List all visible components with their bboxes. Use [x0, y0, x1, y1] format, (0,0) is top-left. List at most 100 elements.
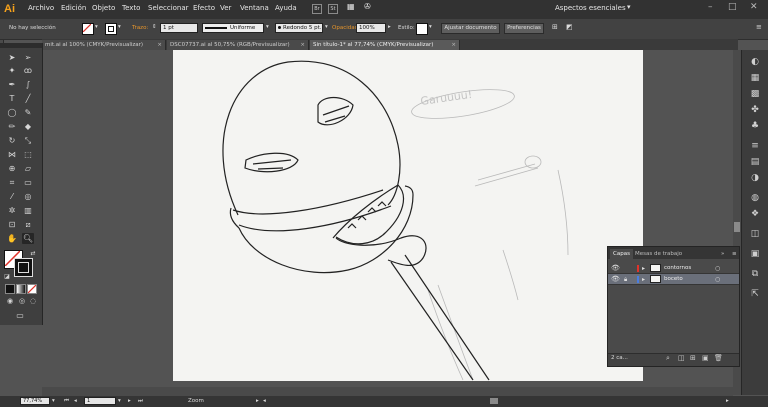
draw-inside-icon[interactable]: ◌ — [27, 296, 39, 307]
stroke-color-icon[interactable] — [14, 258, 33, 277]
menu-ventana[interactable]: Ventana — [240, 4, 269, 12]
symbol-sprayer-tool-icon[interactable]: ✲ — [6, 205, 18, 216]
width-tool-icon[interactable]: ⋈ — [6, 149, 18, 160]
minimize-icon[interactable]: – — [708, 2, 713, 12]
chevron-right-icon[interactable]: ▸ — [388, 24, 391, 30]
align-icon[interactable]: ⊞ — [552, 23, 558, 31]
bridge-icon[interactable]: Br — [312, 4, 322, 14]
scroll-left-icon[interactable]: ◂ — [263, 397, 266, 406]
layer-target-icon[interactable]: ○ — [715, 274, 720, 285]
type-tool-icon[interactable]: T — [6, 93, 18, 104]
chevron-down-icon[interactable]: ▾ — [325, 24, 328, 30]
tab-capas[interactable]: Capas — [610, 249, 633, 259]
screen-mode-icon[interactable]: ▭ — [14, 310, 26, 321]
eraser-tool-icon[interactable]: ◆ — [22, 121, 34, 132]
next-artboard-icon[interactable]: ▸ — [128, 397, 131, 406]
color-panel-icon[interactable]: ◐ — [748, 56, 762, 68]
layers-stack-icon[interactable]: ⧉ — [748, 268, 762, 280]
layers-panel-icon[interactable]: ◫ — [748, 228, 762, 240]
curvature-tool-icon[interactable]: ∫ — [22, 79, 34, 90]
panel-menu-icon[interactable]: ≡ — [729, 249, 740, 259]
zoom-tool-icon[interactable]: 🔍︎ — [22, 233, 34, 244]
stroke-weight-field[interactable]: 1 pt — [160, 23, 198, 33]
last-artboard-icon[interactable]: ⏭ — [138, 397, 143, 406]
scale-tool-icon[interactable]: ⤡ — [22, 135, 34, 146]
ellipse-tool-icon[interactable]: ◯ — [6, 107, 18, 118]
chevron-down-icon[interactable]: ▾ — [118, 397, 121, 406]
layer-name[interactable]: contornos — [664, 263, 691, 274]
selection-tool-icon[interactable]: ➤ — [6, 52, 18, 63]
pencil-tool-icon[interactable]: ✏ — [6, 121, 18, 132]
graphic-style-swatch[interactable] — [416, 23, 428, 35]
artboards-panel-icon[interactable]: ▣ — [748, 248, 762, 260]
free-transform-tool-icon[interactable]: ⬚ — [22, 149, 34, 160]
chevron-down-icon[interactable]: ▾ — [627, 3, 631, 11]
arrange-documents-icon[interactable]: ▦ — [347, 2, 355, 11]
gradient-panel-icon[interactable]: ▤ — [748, 156, 762, 168]
brushes-panel-icon[interactable]: ✤ — [748, 104, 762, 116]
delete-layer-icon[interactable]: 🗑︎ — [714, 354, 723, 362]
none-mode-icon[interactable] — [27, 284, 37, 294]
color-guide-icon[interactable]: ▦ — [748, 72, 762, 84]
visibility-eye-icon[interactable]: 👁︎ — [611, 274, 620, 285]
vertical-scroll-thumb[interactable] — [734, 222, 740, 232]
panel-menu-icon[interactable]: ≡ — [756, 23, 762, 31]
lasso-tool-icon[interactable]: ꝏ — [22, 65, 34, 76]
perspective-grid-tool-icon[interactable]: ▱ — [22, 163, 34, 174]
tab-document-1[interactable]: mit.ai al 100% (CMYK/Previsualizar) × — [42, 40, 166, 50]
direct-selection-tool-icon[interactable]: ➢ — [22, 52, 34, 63]
document-setup-button[interactable]: Ajustar documento — [441, 23, 500, 34]
draw-normal-icon[interactable]: ◉ — [4, 296, 16, 307]
artboard-number-field[interactable]: 1 — [84, 397, 116, 405]
menu-seleccionar[interactable]: Seleccionar — [148, 4, 189, 12]
fill-swatch[interactable] — [82, 23, 94, 35]
default-colors-icon[interactable]: ◪ — [1, 271, 13, 282]
locate-object-icon[interactable]: ⌕ — [666, 354, 670, 363]
stepper-icon[interactable]: ⇕ — [152, 24, 157, 30]
menu-ver[interactable]: Ver — [220, 4, 231, 12]
gpu-performance-icon[interactable]: ✇ — [364, 2, 371, 11]
close-icon[interactable]: ✕ — [750, 2, 758, 12]
slice-tool-icon[interactable]: ⧄ — [22, 219, 34, 230]
menu-ayuda[interactable]: Ayuda — [275, 4, 297, 12]
previous-artboard-icon[interactable]: ◂ — [74, 397, 77, 406]
menu-texto[interactable]: Texto — [122, 4, 140, 12]
menu-edicion[interactable]: Edición — [61, 4, 86, 12]
lock-icon[interactable]: 🔒︎ — [624, 274, 627, 285]
menu-archivo[interactable]: Archivo — [28, 4, 54, 12]
line-tool-icon[interactable]: ╱ — [22, 93, 34, 104]
scroll-right-icon[interactable]: ▸ — [726, 397, 729, 406]
close-tab-icon[interactable]: × — [451, 40, 456, 50]
asset-export-icon[interactable]: ⇱ — [748, 288, 762, 300]
shape-builder-tool-icon[interactable]: ⊕ — [6, 163, 18, 174]
appearance-panel-icon[interactable]: ◍ — [748, 192, 762, 204]
status-menu-icon[interactable]: ▸ — [256, 397, 259, 406]
new-layer-icon[interactable]: ▣ — [702, 354, 709, 362]
hand-tool-icon[interactable]: ✋ — [6, 233, 18, 244]
new-sublayer-icon[interactable]: ⊞ — [690, 354, 696, 362]
chevron-down-icon[interactable]: ▾ — [266, 24, 269, 30]
chevron-down-icon[interactable]: ▾ — [52, 397, 55, 406]
tab-document-2[interactable]: DSC07737.ai al 50,75% (RGB/Previsualizar… — [167, 40, 309, 50]
tab-mesas-de-trabajo[interactable]: Mesas de trabajo — [632, 249, 685, 259]
close-tab-icon[interactable]: × — [300, 40, 305, 50]
rotate-tool-icon[interactable]: ↻ — [6, 135, 18, 146]
preferences-button[interactable]: Preferencias — [504, 23, 544, 34]
collapse-icon[interactable]: » — [718, 249, 727, 259]
artboard-tool-icon[interactable]: ⊡ — [6, 219, 18, 230]
horizontal-scroll-thumb[interactable] — [490, 398, 498, 404]
tab-document-3[interactable]: Sin título-1* al 77,74% (CMYK/Previsuali… — [310, 40, 460, 50]
swatches-panel-icon[interactable]: ▩ — [748, 88, 762, 100]
clipping-mask-icon[interactable]: ◫ — [678, 354, 685, 362]
horizontal-scrollbar[interactable] — [42, 387, 733, 396]
tools-panel-header[interactable] — [0, 43, 42, 48]
chevron-down-icon[interactable]: ▾ — [95, 24, 98, 30]
brush-definition[interactable]: Redondo 5 pt. — [275, 23, 323, 33]
swap-colors-icon[interactable]: ⇄ — [27, 248, 39, 259]
visibility-eye-icon[interactable]: 👁︎ — [611, 263, 620, 274]
gradient-mode-icon[interactable] — [16, 284, 26, 294]
first-artboard-icon[interactable]: ⏮ — [64, 397, 69, 406]
stock-icon[interactable]: St — [328, 4, 338, 14]
zoom-field[interactable]: 77,74% — [20, 397, 50, 405]
eyedropper-tool-icon[interactable]: ⁄ — [6, 191, 18, 202]
